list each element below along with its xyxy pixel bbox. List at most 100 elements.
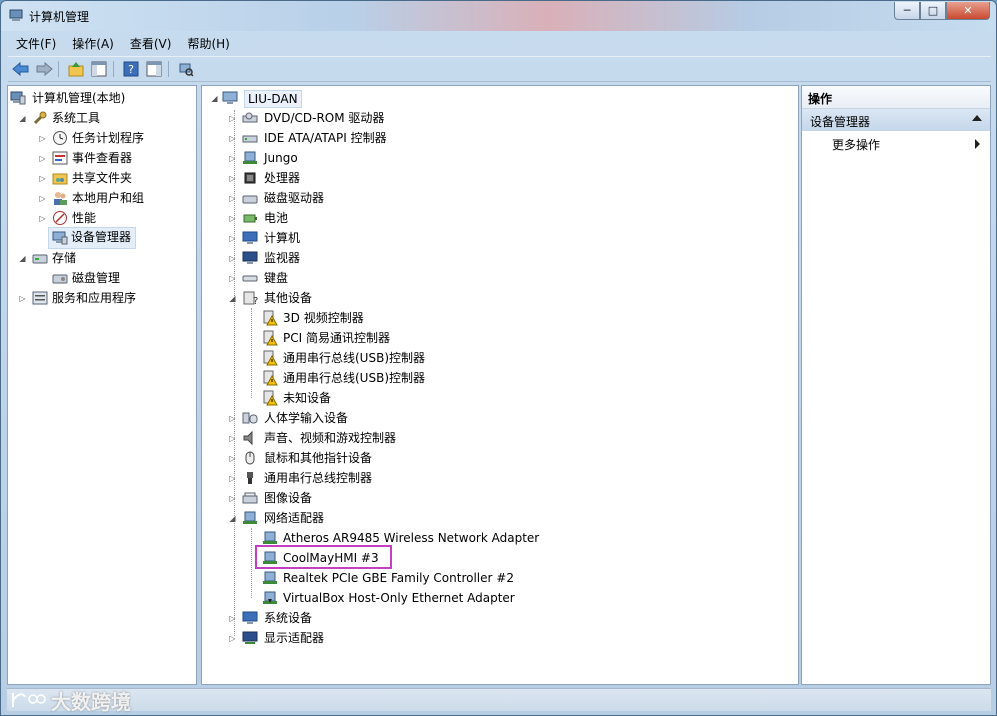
expand-arrow-icon[interactable]: ▷: [228, 214, 237, 223]
shared-folder-icon: [52, 173, 68, 185]
status-bar: [7, 688, 991, 711]
computer-icon: [222, 91, 238, 104]
watermark-text: 大数跨境: [51, 690, 131, 714]
menu-view[interactable]: 查看(V): [122, 33, 180, 53]
other-devices-icon: ?: [243, 291, 258, 306]
expand-arrow-icon[interactable]: ▷: [228, 194, 237, 203]
device-label: VirtualBox Host-Only Ethernet Adapter: [283, 591, 515, 605]
device-tree-pane[interactable]: ◢ LIU-DAN ▷ DVD/CD-ROM 驱动器 ▷ IDE ATA/ATA…: [201, 85, 799, 685]
expand-arrow-icon[interactable]: ▷: [228, 154, 237, 163]
actions-header-label: 操作: [808, 92, 833, 106]
toolbar-separator: [58, 61, 59, 77]
category-label: 显示适配器: [264, 631, 325, 645]
up-level-button[interactable]: [66, 60, 86, 78]
show-hide-action-pane-button[interactable]: [144, 60, 164, 78]
unknown-device-warning-icon: [263, 390, 278, 406]
system-device-icon: [242, 611, 258, 624]
speaker-icon: [243, 430, 253, 446]
tree-label: 磁盘管理: [72, 271, 121, 285]
actions-header: 操作: [802, 86, 990, 109]
category-label: 计算机: [264, 231, 301, 245]
highlight-annotation-box: [255, 545, 392, 569]
watermark-logo-icon: [12, 693, 46, 707]
menu-help[interactable]: 帮助(H): [179, 33, 237, 53]
unknown-device-warning-icon: [263, 370, 278, 386]
expand-arrow-icon[interactable]: ▷: [228, 274, 237, 283]
svg-text:?: ?: [253, 296, 258, 306]
help-button[interactable]: ?: [121, 60, 141, 78]
expand-arrow-icon[interactable]: ▷: [228, 474, 237, 483]
tree-label: 系统工具: [52, 111, 101, 125]
hid-icon: [242, 412, 258, 424]
tree-item-device-manager[interactable]: 设备管理器: [48, 227, 136, 249]
computer-management-icon: [10, 91, 26, 105]
expand-arrow-icon[interactable]: ▷: [228, 434, 237, 443]
computer-icon: [242, 231, 258, 244]
users-icon: [54, 192, 67, 205]
expand-arrow-icon[interactable]: ▷: [228, 174, 237, 183]
category-label: DVD/CD-ROM 驱动器: [264, 111, 385, 125]
expand-arrow-icon[interactable]: ▷: [18, 294, 27, 303]
maximize-button[interactable]: □: [920, 2, 946, 20]
expand-arrow-icon[interactable]: ▷: [38, 174, 47, 183]
collapse-arrow-icon[interactable]: ◢: [18, 254, 27, 263]
expand-arrow-icon[interactable]: ▷: [228, 454, 237, 463]
more-actions-item[interactable]: 更多操作: [832, 136, 880, 153]
expand-arrow-icon[interactable]: ▷: [38, 214, 47, 223]
actions-pane: 操作 设备管理器 更多操作: [801, 85, 991, 685]
device-label: 通用串行总线(USB)控制器: [283, 351, 425, 365]
computer-management-icon: [9, 9, 23, 21]
expand-arrow-icon[interactable]: ▷: [228, 614, 237, 623]
expand-arrow-icon[interactable]: ▷: [228, 494, 237, 503]
minimize-button[interactable]: ─: [894, 2, 920, 20]
show-hide-console-tree-button[interactable]: [89, 60, 109, 78]
menu-bar: 文件(F) 操作(A) 查看(V) 帮助(H): [8, 33, 238, 53]
collapse-arrow-icon[interactable]: ◢: [228, 514, 237, 523]
title-bar[interactable]: 计算机管理 ─ □ ✕: [1, 1, 996, 31]
tree-label: 任务计划程序: [72, 131, 145, 145]
collapse-arrow-icon[interactable]: ◢: [18, 114, 27, 123]
category-label: 处理器: [264, 171, 301, 185]
usb-icon: [247, 472, 253, 484]
collapse-arrow-icon[interactable]: ◢: [228, 294, 237, 303]
expand-arrow-icon[interactable]: ▷: [228, 634, 237, 643]
tree-label: 服务和应用程序: [52, 291, 137, 305]
expand-arrow-icon[interactable]: ▷: [38, 134, 47, 143]
device-label: PCI 简易通讯控制器: [283, 331, 390, 345]
close-button[interactable]: ✕: [946, 2, 990, 20]
keyboard-icon: [242, 275, 258, 282]
collapse-arrow-icon[interactable]: ◢: [210, 94, 219, 103]
tree-label: 性能: [72, 211, 97, 225]
expand-arrow-icon[interactable]: ▷: [228, 254, 237, 263]
menu-action[interactable]: 操作(A): [64, 33, 122, 53]
unknown-device-warning-icon: [263, 350, 278, 366]
expand-arrow-icon[interactable]: ▷: [38, 194, 47, 203]
expand-arrow-icon[interactable]: ▷: [228, 134, 237, 143]
device-label: 3D 视频控制器: [283, 311, 364, 325]
forward-button[interactable]: [34, 60, 54, 78]
tree-label: 本地用户和组: [72, 191, 145, 205]
scan-hardware-button[interactable]: [176, 60, 196, 78]
menu-file[interactable]: 文件(F): [8, 33, 64, 53]
category-label: 鼠标和其他指针设备: [264, 451, 373, 465]
services-icon: [32, 291, 48, 305]
network-adapter-icon: [263, 571, 277, 584]
expand-arrow-icon[interactable]: ▷: [228, 414, 237, 423]
actions-section-device-manager[interactable]: 设备管理器: [802, 109, 990, 131]
expand-arrow-icon[interactable]: ▷: [228, 234, 237, 243]
forward-arrow-icon: [36, 62, 53, 76]
performance-icon: [53, 211, 67, 225]
folder-up-icon: [68, 62, 84, 77]
category-label: Jungo: [264, 151, 298, 165]
console-tree-icon: [91, 61, 107, 77]
back-button[interactable]: [11, 60, 31, 78]
collapse-up-icon[interactable]: [972, 115, 982, 121]
monitor-icon: [242, 251, 258, 264]
console-tree-pane[interactable]: 计算机管理(本地) ◢ 系统工具 ▷ 任务计划程序 ▷ 事件查看器 ▷ 共享文件…: [7, 85, 197, 685]
tree-label: 存储: [52, 251, 77, 265]
category-label: 电池: [264, 211, 289, 225]
expand-arrow-icon[interactable]: ▷: [38, 154, 47, 163]
expand-arrow-icon[interactable]: ▷: [228, 114, 237, 123]
category-label: 监视器: [264, 251, 301, 265]
unknown-device-warning-icon: [263, 310, 278, 326]
